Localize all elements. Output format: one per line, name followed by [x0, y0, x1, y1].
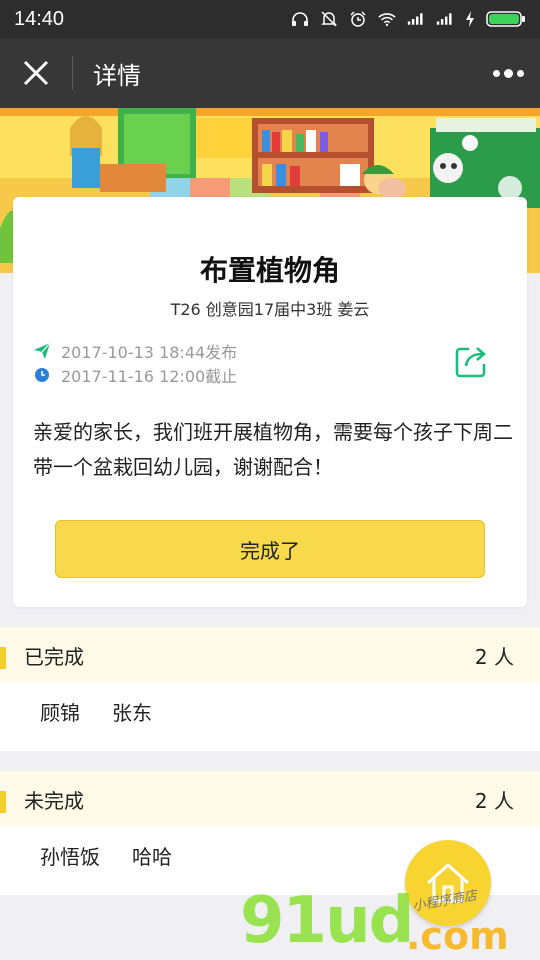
- charging-icon: [466, 11, 474, 27]
- pending-header: 未完成 2 人: [0, 771, 540, 827]
- completed-header: 已完成 2 人: [0, 627, 540, 683]
- pending-label: 未完成: [24, 788, 84, 813]
- battery-icon: [486, 11, 525, 27]
- nav-divider: [72, 56, 73, 90]
- task-title: 布置植物角: [199, 254, 340, 287]
- watermark-main: 91ud: [240, 884, 414, 958]
- close-button[interactable]: [0, 38, 72, 108]
- task-subtitle: T26 创意园17届中3班 姜云: [170, 300, 370, 319]
- student-name: 张东: [112, 700, 152, 725]
- completed-label: 已完成: [24, 644, 84, 669]
- share-button[interactable]: [453, 344, 489, 380]
- page-title: 详情: [93, 61, 141, 90]
- alarm-icon: [350, 11, 366, 27]
- publish-time: 2017-10-13 18:44发布: [61, 343, 238, 362]
- section-marker: [0, 791, 6, 813]
- detail-card: 布置植物角 T26 创意园17届中3班 姜云 2017-10-13 18:44发…: [13, 197, 527, 607]
- student-name: 孙悟饭: [40, 844, 100, 869]
- nav-bar: 详情: [0, 38, 540, 108]
- home-button[interactable]: [405, 840, 491, 926]
- deadline-meta: 2017-11-16 12:00截止: [33, 363, 237, 387]
- home-icon: [426, 863, 470, 903]
- deadline-time: 2017-11-16 12:00截止: [61, 367, 238, 386]
- more-button[interactable]: [476, 68, 540, 78]
- pending-count: 2 人: [474, 788, 514, 813]
- send-icon: [33, 342, 51, 360]
- more-icon-dot: [516, 69, 524, 77]
- publish-meta: 2017-10-13 18:44发布: [33, 339, 237, 363]
- section-marker: [0, 647, 6, 669]
- clock-icon: [33, 366, 51, 384]
- close-icon: [23, 60, 49, 86]
- student-name: 哈哈: [132, 844, 172, 869]
- mute-bell-icon: [321, 11, 337, 27]
- completed-count: 2 人: [474, 644, 514, 669]
- status-bar: 14:40: [0, 0, 540, 38]
- status-icons: [291, 10, 526, 28]
- more-icon-dot: [503, 68, 513, 78]
- share-icon: [455, 347, 486, 378]
- wifi-icon: [378, 13, 396, 27]
- signal-icon: [407, 13, 423, 25]
- signal-icon-2: [436, 13, 452, 25]
- headphones-icon: [292, 12, 308, 26]
- status-time: 14:40: [14, 7, 65, 30]
- completed-section: 已完成 2 人 顾锦 张东: [0, 627, 540, 751]
- completed-names: 顾锦 张东: [0, 683, 540, 739]
- more-icon-dot: [492, 69, 500, 77]
- task-content: 亲爱的家长，我们班开展植物角，需要每个孩子下周二带一个盆栽回幼儿园，谢谢配合！: [33, 420, 513, 479]
- student-name: 顾锦: [40, 700, 80, 725]
- complete-button[interactable]: 完成了: [55, 520, 485, 578]
